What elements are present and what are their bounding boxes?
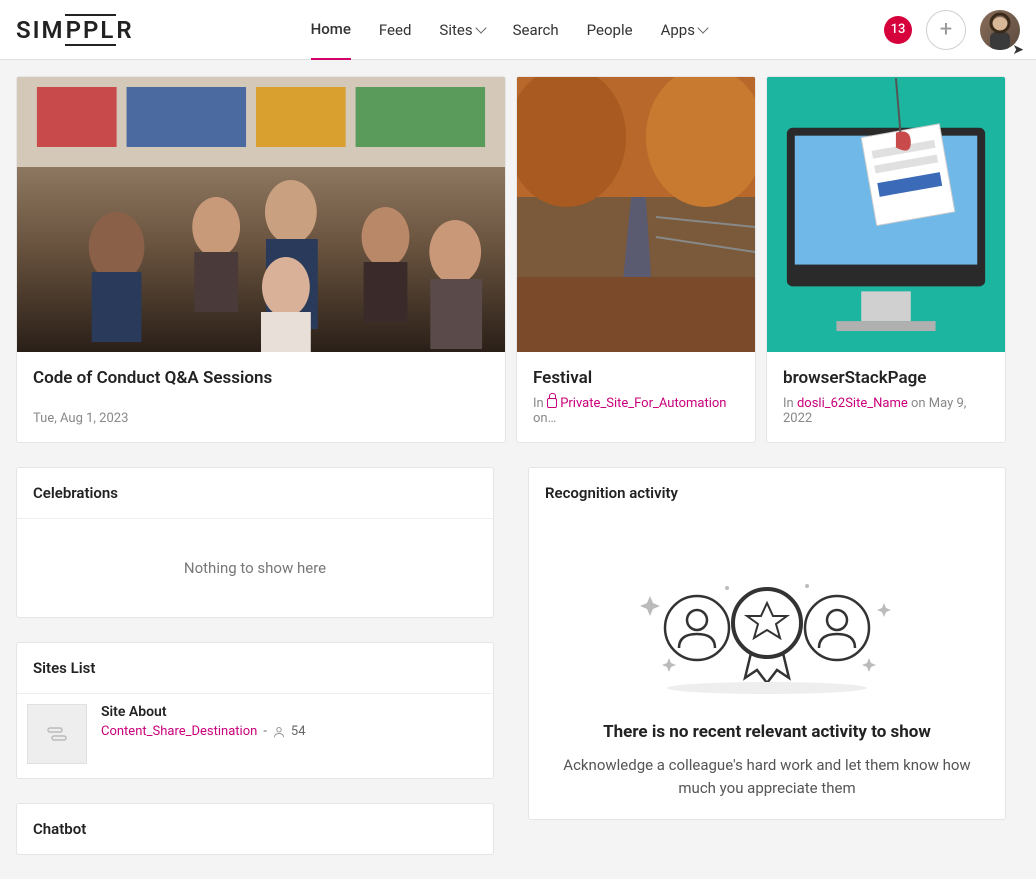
site-member-count: 54: [291, 724, 306, 739]
dashboard-columns: Celebrations Nothing to show here Sites …: [0, 443, 1036, 879]
celebrations-title: Celebrations: [17, 468, 493, 518]
recognition-body: There is no recent relevant activity to …: [529, 518, 1005, 819]
recognition-panel: Recognition activity: [528, 467, 1006, 820]
nav-feed-label: Feed: [379, 21, 412, 39]
left-column: Celebrations Nothing to show here Sites …: [16, 467, 494, 855]
site-sub-link[interactable]: Content_Share_Destination: [101, 724, 257, 739]
person-icon: [273, 726, 285, 738]
card-site-link[interactable]: dosli_62Site_Name: [797, 396, 908, 411]
add-button[interactable]: +: [926, 10, 966, 50]
recognition-illustration-icon: [617, 568, 917, 698]
notification-badge[interactable]: 13: [884, 16, 912, 44]
site-thumb-icon: [27, 704, 87, 764]
nav-sites-label: Sites: [439, 21, 472, 39]
card-title[interactable]: Code of Conduct Q&A Sessions: [33, 368, 489, 388]
card-meta: In dosli_62Site_Name on May 9, 2022: [783, 396, 989, 426]
card-site-link[interactable]: Private_Site_For_Automation: [560, 396, 726, 411]
site-name[interactable]: Site About: [101, 704, 483, 720]
nav-search[interactable]: Search: [513, 1, 559, 59]
top-header: SIMPPLR Home Feed Sites Search People Ap…: [0, 0, 1036, 60]
sites-list-panel: Sites List Site About Content_Share_Dest…: [16, 642, 494, 779]
meta-prefix: In: [533, 396, 547, 411]
nav-home-label: Home: [311, 20, 351, 38]
nav-feed[interactable]: Feed: [379, 1, 412, 59]
card-meta: In Private_Site_For_Automation on…: [533, 396, 739, 426]
recognition-desc: Acknowledge a colleague's hard work and …: [549, 754, 985, 799]
site-list-item[interactable]: Site About Content_Share_Destination - 5…: [17, 693, 493, 778]
card-image: [517, 77, 755, 352]
meta-suffix: on…: [533, 411, 556, 426]
card-body: Code of Conduct Q&A Sessions Tue, Aug 1,…: [17, 352, 505, 442]
nav-sites[interactable]: Sites: [439, 1, 484, 59]
recognition-headline: There is no recent relevant activity to …: [549, 722, 985, 742]
sites-list-title: Sites List: [17, 643, 493, 693]
card-date: Tue, Aug 1, 2023: [33, 411, 128, 426]
nav-people-label: People: [587, 21, 633, 39]
notification-count: 13: [891, 22, 906, 37]
right-column: Recognition activity: [528, 467, 1006, 820]
recognition-title: Recognition activity: [529, 468, 1005, 518]
chevron-down-icon: [697, 22, 708, 33]
featured-card[interactable]: Code of Conduct Q&A Sessions Tue, Aug 1,…: [16, 76, 506, 443]
user-avatar[interactable]: [980, 10, 1020, 50]
card-body: Festival In Private_Site_For_Automation …: [517, 352, 755, 442]
chevron-down-icon: [475, 22, 486, 33]
nav-apps[interactable]: Apps: [661, 1, 707, 59]
site-sub: Content_Share_Destination - 54: [101, 724, 483, 739]
celebrations-empty: Nothing to show here: [17, 518, 493, 617]
dash: -: [263, 724, 267, 739]
card-image: [767, 77, 1005, 352]
featured-card[interactable]: browserStackPage In dosli_62Site_Name on…: [766, 76, 1006, 443]
site-info: Site About Content_Share_Destination - 5…: [101, 704, 483, 739]
chatbot-title: Chatbot: [17, 804, 493, 854]
nav-apps-label: Apps: [661, 21, 695, 39]
featured-card[interactable]: Festival In Private_Site_For_Automation …: [516, 76, 756, 443]
main-nav: Home Feed Sites Search People Apps: [311, 0, 707, 60]
nav-home[interactable]: Home: [311, 0, 351, 60]
plus-icon: +: [940, 17, 952, 42]
card-meta: Tue, Aug 1, 2023: [33, 411, 489, 426]
card-body: browserStackPage In dosli_62Site_Name on…: [767, 352, 1005, 442]
lock-icon: [547, 398, 557, 408]
card-image: [17, 77, 505, 352]
card-title[interactable]: Festival: [533, 368, 739, 388]
chatbot-panel: Chatbot: [16, 803, 494, 855]
logo[interactable]: SIMPPLR: [16, 16, 134, 44]
celebrations-panel: Celebrations Nothing to show here: [16, 467, 494, 618]
header-right: 13 +: [884, 10, 1020, 50]
meta-prefix: In: [783, 396, 797, 411]
nav-search-label: Search: [513, 21, 559, 39]
card-title[interactable]: browserStackPage: [783, 368, 989, 388]
featured-cards-row: Code of Conduct Q&A Sessions Tue, Aug 1,…: [0, 60, 1036, 443]
nav-people[interactable]: People: [587, 1, 633, 59]
